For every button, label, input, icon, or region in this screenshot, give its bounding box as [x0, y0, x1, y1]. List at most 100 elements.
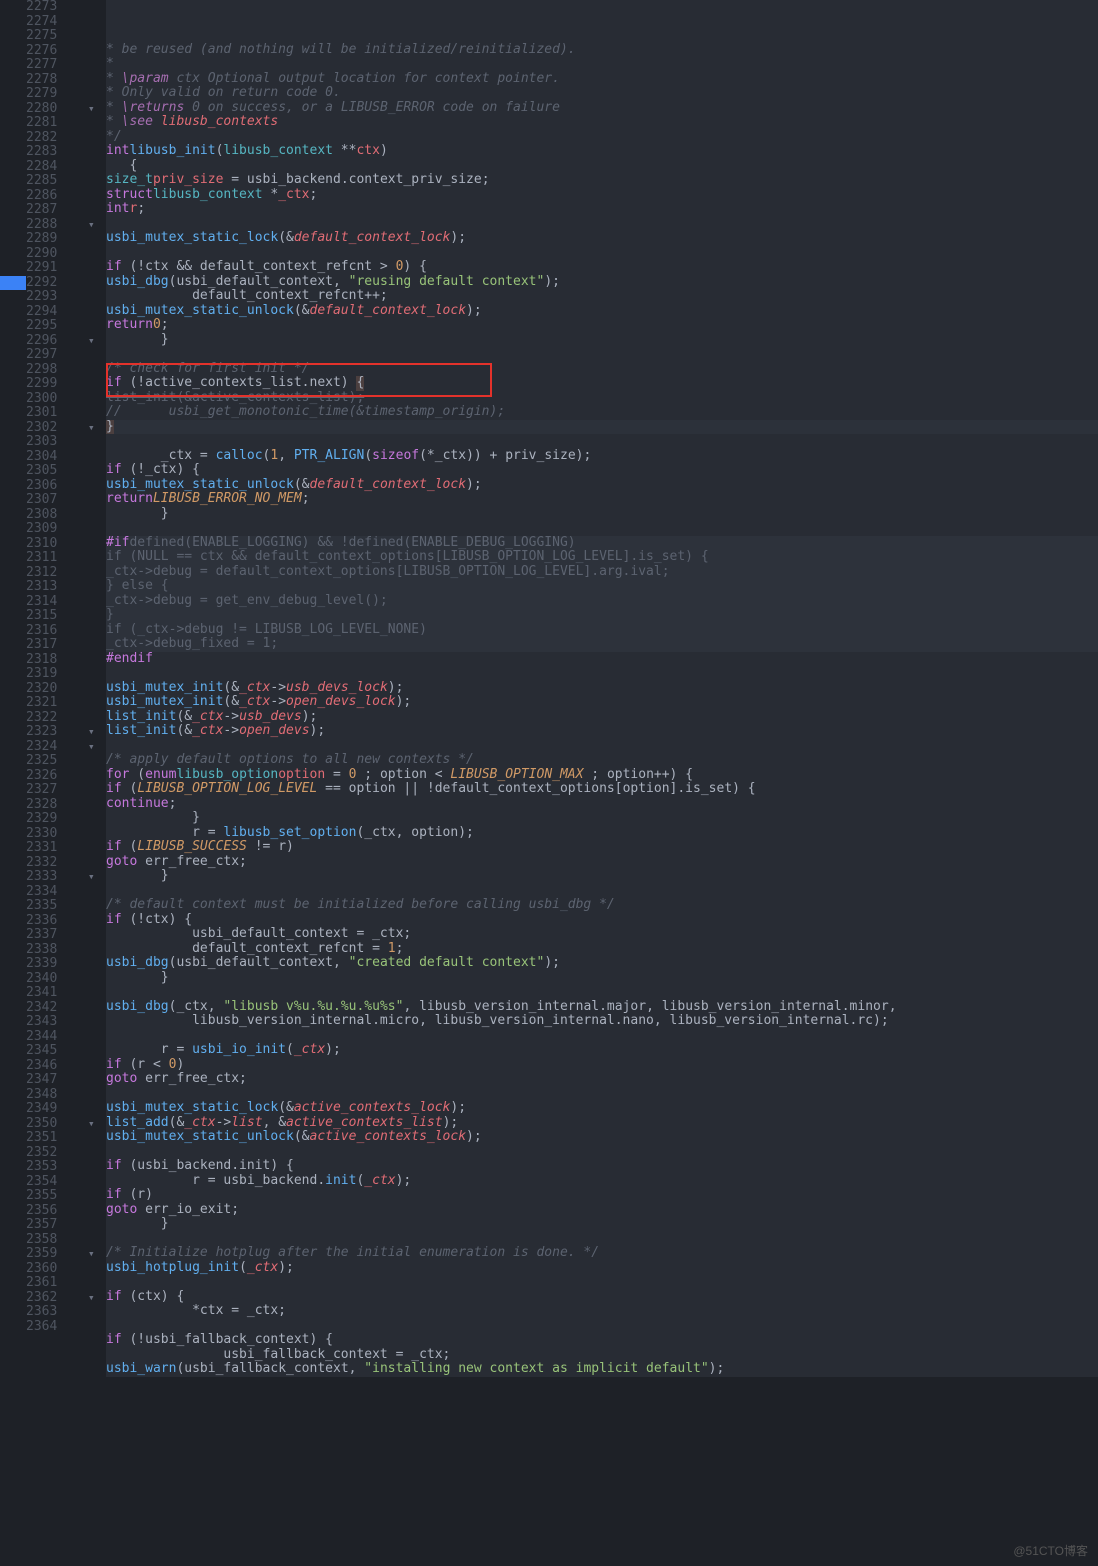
- line-number[interactable]: 2320: [26, 682, 78, 697]
- code-line[interactable]: [106, 666, 1098, 681]
- code-line[interactable]: [106, 985, 1098, 1000]
- line-number[interactable]: 2274: [26, 15, 78, 30]
- code-line[interactable]: [106, 1145, 1098, 1160]
- fold-toggle-icon[interactable]: ▾: [88, 726, 95, 738]
- code-line[interactable]: }: [106, 869, 1098, 884]
- code-line[interactable]: #endif: [106, 652, 1098, 667]
- line-number[interactable]: 2294: [26, 305, 78, 320]
- code-line[interactable]: } else {: [106, 579, 1098, 594]
- line-number[interactable]: 2359: [26, 1247, 78, 1262]
- code-line[interactable]: if (LIBUSB_SUCCESS != r): [106, 840, 1098, 855]
- line-number[interactable]: 2330: [26, 827, 78, 842]
- line-number[interactable]: 2345: [26, 1044, 78, 1059]
- line-number[interactable]: 2316: [26, 624, 78, 639]
- code-line[interactable]: }: [106, 507, 1098, 522]
- fold-toggle-icon[interactable]: ▾: [88, 422, 95, 434]
- line-number[interactable]: 2339: [26, 957, 78, 972]
- code-line[interactable]: if (r): [106, 1188, 1098, 1203]
- code-line[interactable]: r = usbi_io_init(_ctx);: [106, 1043, 1098, 1058]
- code-line[interactable]: * \see libusb_contexts: [106, 115, 1098, 130]
- code-line[interactable]: goto err_free_ctx;: [106, 1072, 1098, 1087]
- code-line[interactable]: if (!active_contexts_list.next) {: [106, 376, 1098, 391]
- line-number[interactable]: 2336: [26, 914, 78, 929]
- line-number[interactable]: 2332: [26, 856, 78, 871]
- code-line[interactable]: continue;: [106, 797, 1098, 812]
- code-line[interactable]: if (!ctx) {: [106, 913, 1098, 928]
- line-number[interactable]: 2295: [26, 319, 78, 334]
- fold-toggle-icon[interactable]: ▾: [88, 741, 95, 753]
- line-number[interactable]: 2335: [26, 899, 78, 914]
- code-line[interactable]: return LIBUSB_ERROR_NO_MEM;: [106, 492, 1098, 507]
- code-line[interactable]: [106, 1275, 1098, 1290]
- line-number[interactable]: 2331: [26, 841, 78, 856]
- code-line[interactable]: }: [106, 608, 1098, 623]
- code-line[interactable]: [106, 739, 1098, 754]
- line-number[interactable]: 2347: [26, 1073, 78, 1088]
- line-number[interactable]: 2360: [26, 1262, 78, 1277]
- code-line[interactable]: usbi_mutex_static_unlock(&default_contex…: [106, 304, 1098, 319]
- fold-toggle-icon[interactable]: ▾: [88, 871, 95, 883]
- code-line[interactable]: /* apply default options to all new cont…: [106, 753, 1098, 768]
- line-number[interactable]: 2327: [26, 783, 78, 798]
- code-line[interactable]: *ctx = _ctx;: [106, 1304, 1098, 1319]
- line-number[interactable]: 2312: [26, 566, 78, 581]
- fold-gutter[interactable]: ▾▾▾▾▾▾▾▾▾▾: [88, 0, 106, 1377]
- line-number[interactable]: 2324: [26, 740, 78, 755]
- line-number[interactable]: 2303: [26, 435, 78, 450]
- code-line[interactable]: if (ctx) {: [106, 1290, 1098, 1305]
- code-line[interactable]: /* Initialize hotplug after the initial …: [106, 1246, 1098, 1261]
- line-number[interactable]: 2361: [26, 1276, 78, 1291]
- code-line[interactable]: [106, 434, 1098, 449]
- line-number[interactable]: 2319: [26, 667, 78, 682]
- line-number[interactable]: 2290: [26, 247, 78, 262]
- code-line[interactable]: /* check for first init */: [106, 362, 1098, 377]
- line-number[interactable]: 2296: [26, 334, 78, 349]
- code-line[interactable]: list_init(&active_contexts_list);: [106, 391, 1098, 406]
- line-number[interactable]: 2282: [26, 131, 78, 146]
- code-line[interactable]: usbi_fallback_context = _ctx;: [106, 1348, 1098, 1363]
- code-line[interactable]: list_init(&_ctx->open_devs);: [106, 724, 1098, 739]
- code-line[interactable]: if (!usbi_fallback_context) {: [106, 1333, 1098, 1348]
- line-number[interactable]: 2358: [26, 1233, 78, 1248]
- code-line[interactable]: if (_ctx->debug != LIBUSB_LOG_LEVEL_NONE…: [106, 623, 1098, 638]
- line-number[interactable]: 2311: [26, 551, 78, 566]
- code-line[interactable]: [106, 1232, 1098, 1247]
- line-number[interactable]: 2322: [26, 711, 78, 726]
- code-line[interactable]: [106, 884, 1098, 899]
- line-number[interactable]: 2325: [26, 754, 78, 769]
- line-number[interactable]: 2328: [26, 798, 78, 813]
- line-number[interactable]: 2288: [26, 218, 78, 233]
- line-number[interactable]: 2281: [26, 116, 78, 131]
- fold-toggle-icon[interactable]: ▾: [88, 1292, 95, 1304]
- code-line[interactable]: */: [106, 130, 1098, 145]
- line-number[interactable]: 2307: [26, 493, 78, 508]
- line-number-gutter[interactable]: 2273227422752276227722782279228022812282…: [26, 0, 88, 1377]
- code-line[interactable]: * be reused (and nothing will be initial…: [106, 43, 1098, 58]
- line-number[interactable]: 2326: [26, 769, 78, 784]
- code-line[interactable]: }: [106, 333, 1098, 348]
- line-number[interactable]: 2297: [26, 348, 78, 363]
- code-line[interactable]: {: [106, 159, 1098, 174]
- code-line[interactable]: if (r < 0): [106, 1058, 1098, 1073]
- line-number[interactable]: 2349: [26, 1102, 78, 1117]
- code-line[interactable]: struct libusb_context *_ctx;: [106, 188, 1098, 203]
- fold-toggle-icon[interactable]: ▾: [88, 1118, 95, 1130]
- line-number[interactable]: 2305: [26, 464, 78, 479]
- code-line[interactable]: _ctx = calloc(1, PTR_ALIGN(sizeof(*_ctx)…: [106, 449, 1098, 464]
- code-line[interactable]: [106, 1319, 1098, 1334]
- line-number[interactable]: 2315: [26, 609, 78, 624]
- code-area[interactable]: * be reused (and nothing will be initial…: [106, 0, 1098, 1377]
- line-number[interactable]: 2340: [26, 972, 78, 987]
- line-number[interactable]: 2300: [26, 392, 78, 407]
- code-line[interactable]: goto err_free_ctx;: [106, 855, 1098, 870]
- line-number[interactable]: 2308: [26, 508, 78, 523]
- line-number[interactable]: 2291: [26, 261, 78, 276]
- line-number[interactable]: 2343: [26, 1015, 78, 1030]
- line-number[interactable]: 2304: [26, 450, 78, 465]
- line-number[interactable]: 2279: [26, 87, 78, 102]
- code-line[interactable]: usbi_mutex_static_lock(&active_contexts_…: [106, 1101, 1098, 1116]
- code-line[interactable]: *: [106, 57, 1098, 72]
- code-line[interactable]: * Only valid on return code 0.: [106, 86, 1098, 101]
- code-line[interactable]: usbi_dbg(usbi_default_context, "created …: [106, 956, 1098, 971]
- code-line[interactable]: usbi_mutex_static_lock(&default_context_…: [106, 231, 1098, 246]
